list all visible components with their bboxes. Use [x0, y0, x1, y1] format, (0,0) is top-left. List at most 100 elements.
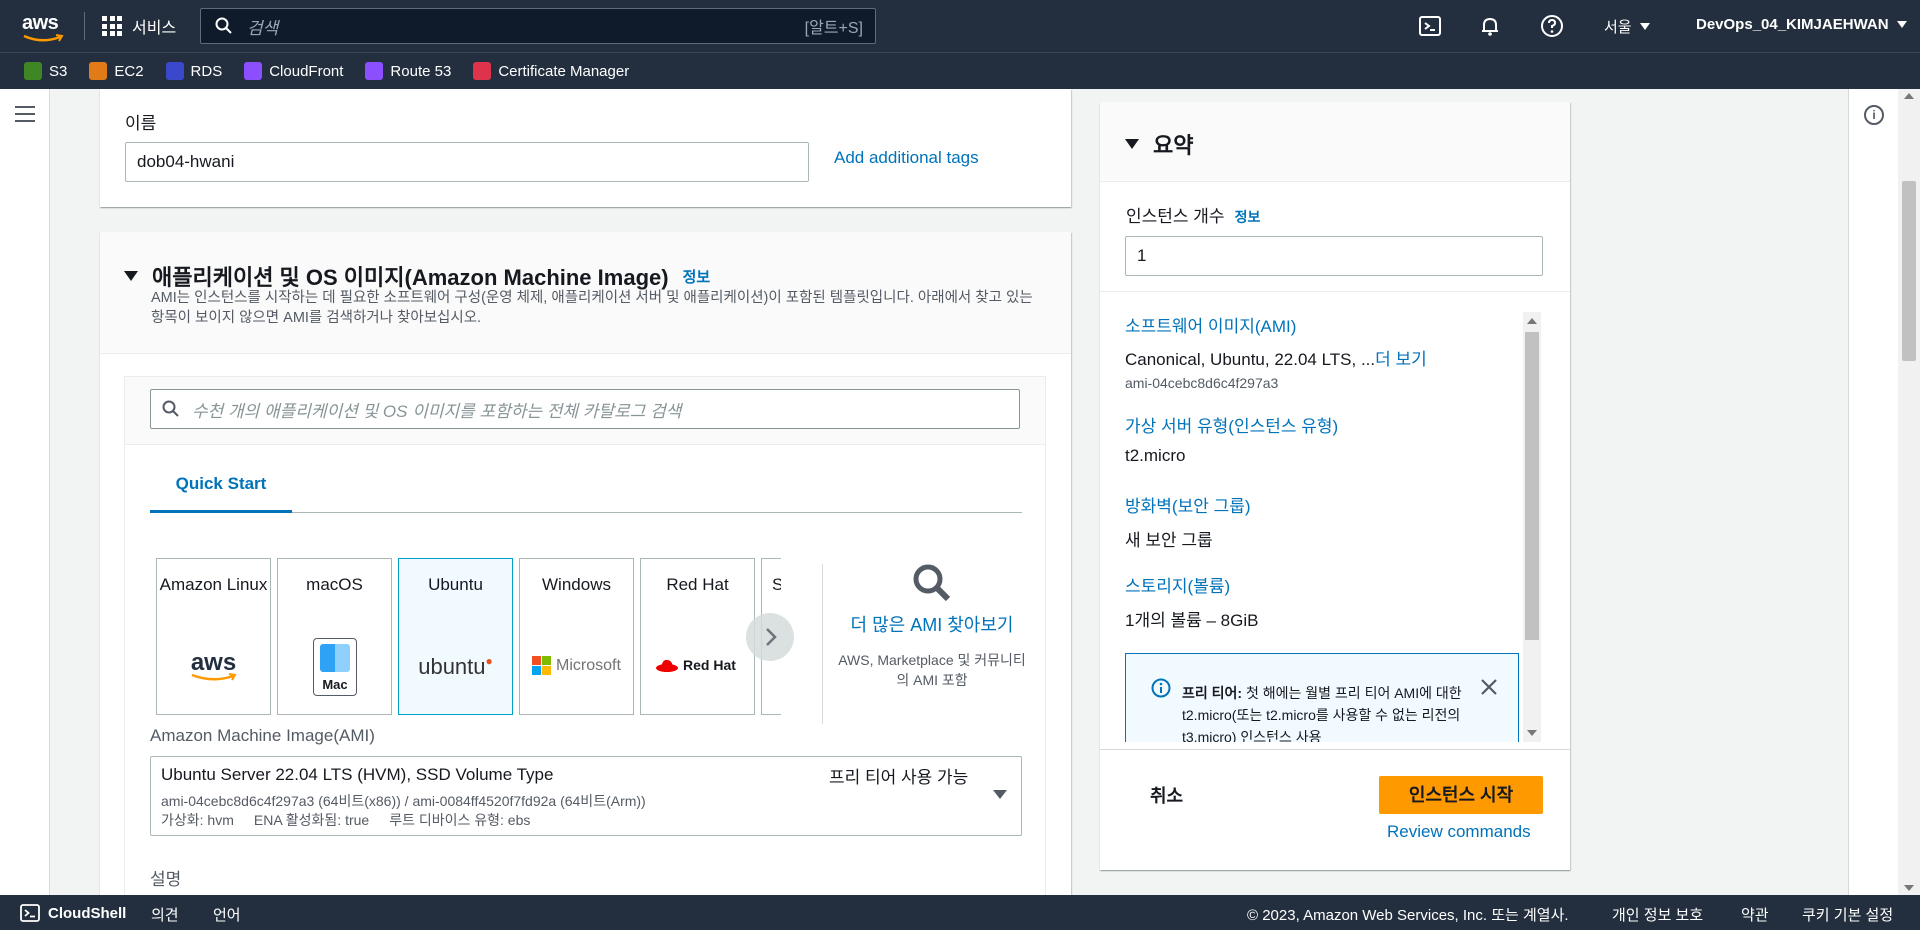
free-tier-bold: 프리 티어: — [1182, 685, 1243, 701]
summary-scrollbar[interactable] — [1523, 312, 1541, 742]
services-menu-button[interactable]: 서비스 — [102, 14, 176, 38]
software-image-row: Canonical, Ubuntu, 22.04 LTS, ...더 보기 — [1125, 345, 1427, 370]
ami-card-name: Red Hat — [666, 575, 729, 594]
ami-search-area: 수천 개의 애플리케이션 및 OS 이미지를 포함하는 전체 카탈로그 검색 — [125, 377, 1045, 445]
selected-ami-name: Ubuntu Server 22.04 LTS (HVM), SSD Volum… — [161, 765, 554, 784]
favorite-route53[interactable]: Route 53 — [365, 62, 451, 80]
summary-title: 요약 — [1153, 133, 1194, 158]
redhat-logo-icon: Red Hat — [655, 657, 736, 673]
favorite-rds[interactable]: RDS — [165, 62, 222, 80]
global-search-input[interactable]: 검색 [알트+S] — [200, 8, 876, 44]
menu-icon[interactable] — [15, 106, 35, 127]
summary-header[interactable]: 요약 — [1100, 102, 1570, 182]
cloudshell-icon[interactable] — [1418, 14, 1442, 38]
aws-logo-text: aws — [22, 12, 59, 34]
favorite-ec2[interactable]: EC2 — [89, 62, 144, 80]
cancel-button[interactable]: 취소 — [1150, 782, 1183, 808]
instance-type-value: t2.micro — [1125, 446, 1186, 465]
ami-select-dropdown[interactable]: Ubuntu Server 22.04 LTS (HVM), SSD Volum… — [150, 756, 1022, 836]
storage-link[interactable]: 스토리지(볼륨) — [1125, 572, 1230, 597]
name-input-value: dob04-hwani — [137, 152, 235, 171]
microsoft-logo-icon: Microsoft — [532, 656, 621, 675]
ami-card-windows[interactable]: Windows Microsoft — [519, 558, 634, 715]
ami-info-link[interactable]: 정보 — [683, 266, 711, 287]
ubuntu-logo-icon: ubuntu● — [418, 654, 493, 679]
ami-search-placeholder: 수천 개의 애플리케이션 및 OS 이미지를 포함하는 전체 카탈로그 검색 — [192, 401, 682, 421]
feedback-link[interactable]: 의견 — [151, 904, 179, 925]
account-label: DevOps_04_KIMJAEHWAN — [1696, 16, 1889, 33]
page-scrollbar[interactable] — [1898, 89, 1920, 895]
scroll-up-icon[interactable] — [1527, 318, 1537, 324]
ami-description: AMI는 인스턴스를 시작하는 데 필요한 소프트웨어 구성(운영 체제, 애플… — [151, 290, 1033, 326]
favorite-certificate-manager[interactable]: Certificate Manager — [473, 62, 629, 80]
cookie-preferences-link[interactable]: 쿠키 기본 설정 — [1802, 904, 1893, 925]
summary-divider — [1100, 291, 1570, 292]
nav-separator — [84, 12, 85, 40]
free-tier-badge: 프리 티어 사용 가능 — [829, 768, 969, 787]
selected-ami-meta: 가상화: hvm ENA 활성화됨: true 루트 디바이스 유형: ebs — [161, 810, 530, 830]
favorite-label: EC2 — [114, 62, 144, 80]
grid-icon — [102, 16, 122, 36]
ami-select-label: Amazon Machine Image(AMI) — [150, 726, 375, 745]
right-rail: i — [1848, 89, 1898, 895]
region-label: 서울 — [1604, 19, 1632, 36]
caret-down-icon — [1639, 23, 1650, 30]
cloudshell-label: CloudShell — [48, 904, 127, 922]
scroll-down-icon[interactable] — [1904, 885, 1914, 891]
instance-count-info-link[interactable]: 정보 — [1235, 207, 1261, 227]
browse-more-amis[interactable]: 더 많은 AMI 찾아보기 AWS, Marketplace 및 커뮤니티의 A… — [832, 561, 1032, 690]
help-icon[interactable] — [1540, 14, 1564, 38]
ami-card-list: Amazon Linux aws macOS Mac Ubuntu ubuntu… — [156, 558, 781, 718]
account-menu[interactable]: DevOps_04_KIMJAEHWAN — [1696, 16, 1907, 33]
scrollbar-thumb[interactable] — [1525, 332, 1539, 640]
info-icon[interactable]: i — [1864, 105, 1884, 125]
terms-link[interactable]: 약관 — [1741, 904, 1769, 925]
favorite-cloudfront[interactable]: CloudFront — [244, 62, 343, 80]
ami-card-ubuntu[interactable]: Ubuntu ubuntu● — [398, 558, 513, 715]
ami-card-name: S — [772, 575, 781, 594]
bell-icon[interactable] — [1478, 14, 1502, 38]
close-icon[interactable] — [1480, 678, 1498, 696]
scrollbar-thumb[interactable] — [1902, 181, 1916, 361]
redhat-logo-text: Red Hat — [683, 657, 736, 673]
services-label: 서비스 — [132, 20, 177, 37]
favorite-s3[interactable]: S3 — [24, 62, 67, 80]
ami-card-amazon-linux[interactable]: Amazon Linux aws — [156, 558, 271, 715]
software-image-link[interactable]: 소프트웨어 이미지(AMI) — [1125, 312, 1296, 337]
next-cards-button[interactable] — [746, 613, 794, 661]
instance-type-link[interactable]: 가상 서버 유형(인스턴스 유형) — [1125, 412, 1338, 437]
software-image-value: Canonical, Ubuntu, 22.04 LTS, ... — [1125, 350, 1376, 369]
mac-finder-icon: Mac — [313, 638, 357, 696]
more-ami-link[interactable]: 더 많은 AMI 찾아보기 — [832, 612, 1032, 638]
chevron-right-icon — [766, 628, 777, 646]
privacy-link[interactable]: 개인 정보 보호 — [1612, 904, 1703, 925]
tab-quick-start[interactable]: Quick Start — [150, 455, 292, 513]
more-link[interactable]: 더 보기 — [1375, 350, 1427, 369]
launch-instance-button[interactable]: 인스턴스 시작 — [1379, 776, 1543, 814]
ami-card-macos[interactable]: macOS Mac — [277, 558, 392, 715]
language-link[interactable]: 언어 — [213, 904, 241, 925]
caret-down-icon — [1896, 21, 1907, 28]
scroll-up-icon[interactable] — [1904, 93, 1914, 99]
storage-value: 1개의 볼륨 – 8GiB — [1125, 611, 1259, 630]
instance-count-input[interactable]: 1 — [1125, 236, 1543, 276]
firewall-value: 새 보안 그룹 — [1125, 531, 1213, 550]
ami-id-text: ami-04cebc8d6c4f297a3 — [1125, 375, 1279, 391]
firewall-link[interactable]: 방화벽(보안 그룹) — [1125, 492, 1251, 517]
region-selector[interactable]: 서울 — [1604, 16, 1650, 37]
scroll-down-icon[interactable] — [1527, 730, 1537, 736]
aws-logo[interactable]: aws — [22, 12, 66, 42]
ami-catalog-search-input[interactable]: 수천 개의 애플리케이션 및 OS 이미지를 포함하는 전체 카탈로그 검색 — [150, 389, 1020, 429]
rds-icon — [165, 62, 184, 80]
name-input[interactable]: dob04-hwani — [125, 142, 809, 182]
add-tags-link[interactable]: Add additional tags — [834, 148, 979, 168]
cloudshell-button[interactable]: CloudShell — [20, 903, 126, 923]
info-icon — [1151, 678, 1171, 698]
search-icon — [162, 400, 179, 417]
ami-section-header: 애플리케이션 및 OS 이미지(Amazon Machine Image) 정보… — [100, 232, 1071, 354]
search-placeholder: 검색 — [247, 18, 279, 38]
ami-card-red-hat[interactable]: Red Hat Red Hat — [640, 558, 755, 715]
review-commands-link[interactable]: Review commands — [1387, 822, 1531, 842]
ec2-icon — [89, 62, 108, 80]
aws-smile-icon — [23, 34, 64, 42]
